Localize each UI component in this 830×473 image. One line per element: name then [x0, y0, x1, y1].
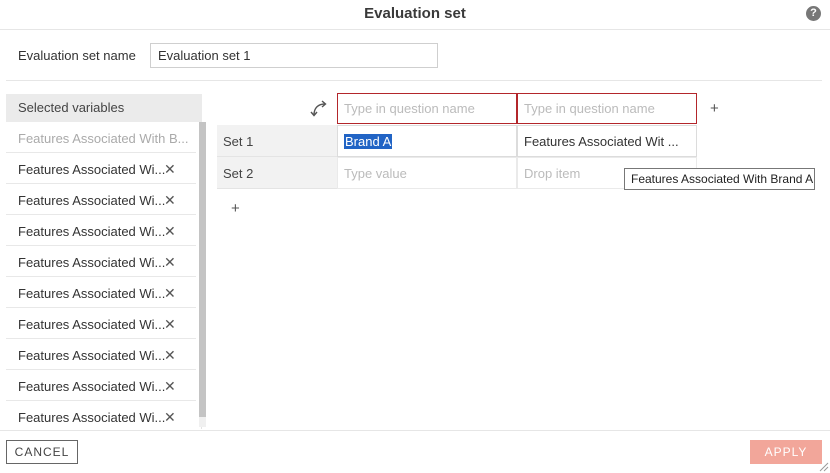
- variable-label: Features Associated Wi...: [18, 224, 166, 239]
- column-header-input[interactable]: [337, 93, 517, 124]
- apply-button[interactable]: APPLY: [750, 440, 822, 464]
- cell-value: Brand A: [344, 134, 393, 149]
- scrollbar-thumb[interactable]: [199, 122, 206, 417]
- remove-icon[interactable]: ✕: [164, 316, 176, 333]
- variable-label: Features Associated Wi...: [18, 162, 166, 177]
- remove-icon[interactable]: ✕: [164, 223, 176, 240]
- variable-item[interactable]: Features Associated Wi... ✕: [6, 370, 196, 401]
- remove-icon[interactable]: ✕: [164, 254, 176, 271]
- help-icon[interactable]: ?: [806, 6, 821, 21]
- remove-icon[interactable]: ✕: [164, 285, 176, 302]
- cell-value: Features Associated Wit ...: [524, 134, 679, 149]
- cell-placeholder: Drop item: [524, 166, 581, 181]
- variables-list: Features Associated With B... Features A…: [6, 122, 196, 427]
- selected-variables-header: Selected variables: [6, 94, 202, 122]
- variables-scrollbar[interactable]: [199, 122, 206, 427]
- dialog-title: Evaluation set: [364, 5, 466, 22]
- variable-label: Features Associated Wi...: [18, 410, 166, 425]
- variable-item[interactable]: Features Associated Wi... ✕: [6, 246, 196, 277]
- cell-placeholder: Type value: [344, 166, 407, 181]
- variable-label: Features Associated Wi...: [18, 193, 166, 208]
- row-label[interactable]: Set 2: [217, 157, 337, 189]
- resize-grip-icon[interactable]: [817, 460, 829, 472]
- remove-icon[interactable]: ✕: [164, 409, 176, 426]
- evaluation-set-name-label: Evaluation set name: [18, 48, 136, 63]
- evaluation-set-name-input[interactable]: [150, 43, 438, 68]
- remove-icon[interactable]: ✕: [164, 347, 176, 364]
- row-label[interactable]: Set 1: [217, 125, 337, 157]
- variable-item[interactable]: Features Associated Wi... ✕: [6, 401, 196, 427]
- add-row-button[interactable]: +: [231, 200, 240, 217]
- variable-item[interactable]: Features Associated Wi... ✕: [6, 308, 196, 339]
- remove-icon[interactable]: ✕: [164, 378, 176, 395]
- variable-label: Features Associated Wi...: [18, 255, 166, 270]
- evaluation-set-dialog: Evaluation set ? Evaluation set name Sel…: [0, 0, 830, 473]
- variable-label: Features Associated With B...: [18, 131, 189, 146]
- variable-item[interactable]: Features Associated Wi... ✕: [6, 339, 196, 370]
- value-cell[interactable]: Brand A: [337, 125, 517, 157]
- tooltip: Features Associated With Brand A: [624, 168, 815, 190]
- variable-label: Features Associated Wi...: [18, 379, 166, 394]
- swap-axes-icon[interactable]: [310, 99, 330, 119]
- variable-label: Features Associated Wi...: [18, 348, 166, 363]
- cancel-button[interactable]: CANCEL: [6, 440, 78, 464]
- divider: [6, 80, 822, 81]
- value-cell[interactable]: Type value: [337, 157, 517, 189]
- variable-label: Features Associated Wi...: [18, 286, 166, 301]
- variable-item[interactable]: Features Associated With B...: [6, 122, 196, 153]
- item-cell[interactable]: Features Associated Wit ...: [517, 125, 697, 157]
- divider: [0, 430, 830, 431]
- variable-item[interactable]: Features Associated Wi... ✕: [6, 153, 196, 184]
- variable-item[interactable]: Features Associated Wi... ✕: [6, 184, 196, 215]
- variable-item[interactable]: Features Associated Wi... ✕: [6, 277, 196, 308]
- variable-label: Features Associated Wi...: [18, 317, 166, 332]
- variable-item[interactable]: Features Associated Wi... ✕: [6, 215, 196, 246]
- title-bar: Evaluation set ?: [0, 0, 830, 30]
- selected-variables-panel: Selected variables Features Associated W…: [6, 94, 206, 429]
- remove-icon[interactable]: ✕: [164, 161, 176, 178]
- column-header-input[interactable]: [517, 93, 697, 124]
- remove-icon[interactable]: ✕: [164, 192, 176, 209]
- add-column-button[interactable]: +: [710, 100, 719, 117]
